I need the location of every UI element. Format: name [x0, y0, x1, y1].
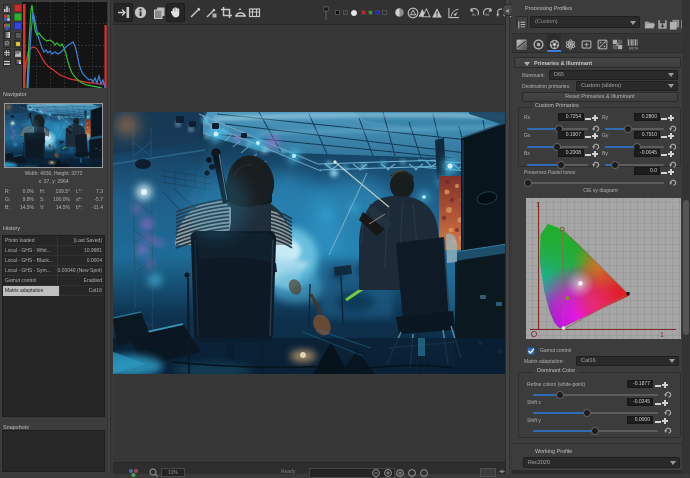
svg-text:90: 90 — [471, 13, 475, 17]
svg-text:1: 1 — [660, 332, 664, 339]
svg-text:META: META — [629, 47, 639, 51]
svg-text:90: 90 — [485, 13, 489, 17]
svg-text:1: 1 — [536, 202, 540, 209]
